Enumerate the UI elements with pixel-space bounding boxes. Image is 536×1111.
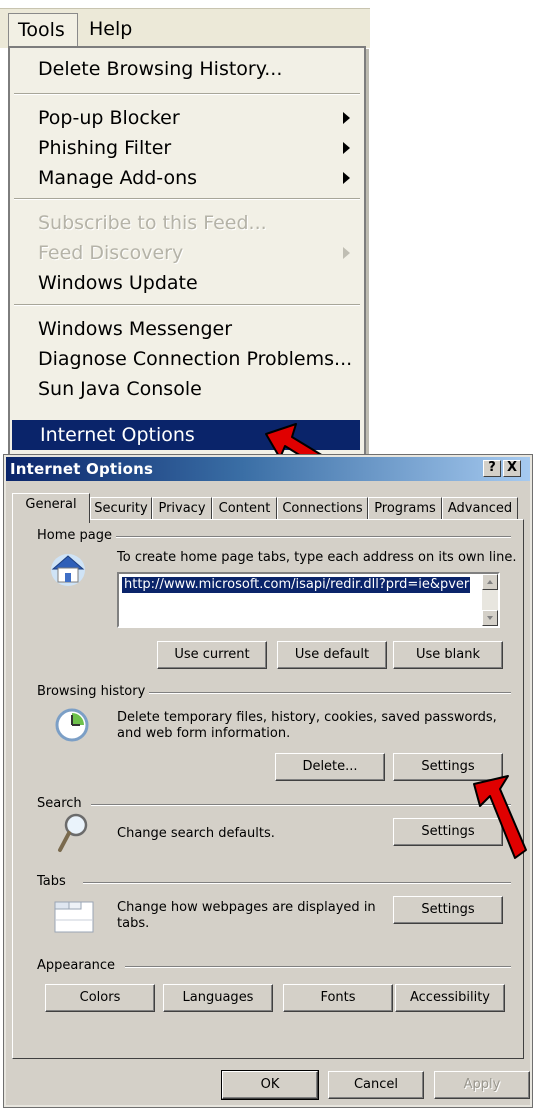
help-button[interactable]: ? <box>483 460 501 477</box>
home-page-url: http://www.microsoft.com/isapi/redir.dll… <box>122 577 470 593</box>
menu-item-windows-messenger[interactable]: Windows Messenger <box>10 314 364 344</box>
internet-options-dialog: Internet Options ? X General Security Pr… <box>3 454 533 1108</box>
tabs-description-line1: Change how webpages are displayed in <box>117 900 376 915</box>
tabs-description-line2: tabs. <box>117 916 150 931</box>
menu-item-feed-discovery: Feed Discovery <box>10 238 364 268</box>
apply-button: Apply <box>434 1071 530 1099</box>
tools-menu-region: Tools Help Delete Browsing History... Po… <box>0 0 370 460</box>
use-blank-button[interactable]: Use blank <box>393 641 503 669</box>
browsing-history-description-line1: Delete temporary files, history, cookies… <box>117 710 497 725</box>
search-group-label: Search <box>37 796 86 811</box>
tab-programs[interactable]: Programs <box>368 497 442 521</box>
menu-item-label: Manage Add-ons <box>38 167 198 189</box>
submenu-arrow-icon <box>343 142 350 154</box>
menu-item-delete-browsing-history[interactable]: Delete Browsing History... <box>10 54 364 84</box>
browsing-history-group-label: Browsing history <box>37 684 150 699</box>
menu-tools[interactable]: Tools <box>8 13 78 47</box>
tabs-settings-button[interactable]: Settings <box>393 896 503 924</box>
menu-bar: Tools Help <box>0 8 370 48</box>
close-icon: X <box>506 460 518 475</box>
tab-general[interactable]: General <box>12 493 90 523</box>
menu-separator <box>14 304 360 306</box>
clock-icon <box>55 708 89 742</box>
menu-separator <box>14 93 360 95</box>
home-page-scrollbar[interactable] <box>482 574 498 626</box>
delete-history-button[interactable]: Delete... <box>275 753 385 781</box>
tabs-window-icon <box>54 901 94 933</box>
menu-item-popup-blocker[interactable]: Pop-up Blocker <box>10 103 364 133</box>
general-tab-panel: Home page To create home page tabs, type… <box>12 519 524 1059</box>
menu-item-manage-addons[interactable]: Manage Add-ons <box>10 163 364 193</box>
menu-separator <box>14 198 360 200</box>
menu-item-windows-update[interactable]: Windows Update <box>10 268 364 298</box>
home-page-group-label: Home page <box>37 528 116 543</box>
tab-content[interactable]: Content <box>212 497 277 521</box>
appearance-group-label: Appearance <box>37 958 120 973</box>
dialog-titlebar[interactable]: Internet Options ? X <box>6 457 530 481</box>
accessibility-button[interactable]: Accessibility <box>395 984 505 1012</box>
tabs-group-label: Tabs <box>37 874 70 889</box>
search-description: Change search defaults. <box>117 826 275 841</box>
tab-advanced[interactable]: Advanced <box>442 497 518 521</box>
cancel-button[interactable]: Cancel <box>328 1071 424 1099</box>
menu-item-label: Phishing Filter <box>38 137 172 159</box>
use-default-button[interactable]: Use default <box>277 641 387 669</box>
magnifier-icon <box>58 813 88 852</box>
tab-connections[interactable]: Connections <box>277 497 368 521</box>
use-current-button[interactable]: Use current <box>157 641 267 669</box>
tools-dropdown: Delete Browsing History... Pop-up Blocke… <box>8 46 366 456</box>
menu-item-diagnose-connection[interactable]: Diagnose Connection Problems... <box>10 344 364 374</box>
languages-button[interactable]: Languages <box>163 984 273 1012</box>
submenu-arrow-icon <box>343 172 350 184</box>
submenu-arrow-icon <box>343 247 350 259</box>
menu-item-label: Pop-up Blocker <box>38 107 180 129</box>
menu-item-label: Feed Discovery <box>38 242 184 264</box>
scroll-up-icon[interactable] <box>482 574 498 590</box>
scroll-down-icon[interactable] <box>482 610 498 626</box>
help-icon: ? <box>488 460 496 475</box>
ok-button[interactable]: OK <box>221 1070 319 1100</box>
group-divider <box>83 882 511 884</box>
group-divider <box>125 966 511 968</box>
home-page-textarea[interactable]: http://www.microsoft.com/isapi/redir.dll… <box>117 572 500 628</box>
browsing-history-description-line2: and web form information. <box>117 726 291 741</box>
menu-item-subscribe-feed: Subscribe to this Feed... <box>38 212 267 234</box>
menu-help[interactable]: Help <box>80 13 142 47</box>
home-page-description: To create home page tabs, type each addr… <box>117 550 517 565</box>
menu-item-phishing-filter[interactable]: Phishing Filter <box>10 133 364 163</box>
dialog-title: Internet Options <box>10 460 154 478</box>
tab-security[interactable]: Security <box>90 497 152 521</box>
colors-button[interactable]: Colors <box>45 984 155 1012</box>
house-icon <box>51 554 85 586</box>
red-arrow-icon <box>473 775 527 859</box>
group-divider <box>141 692 511 694</box>
submenu-arrow-icon <box>343 112 350 124</box>
fonts-button[interactable]: Fonts <box>283 984 393 1012</box>
close-button[interactable]: X <box>503 460 521 477</box>
tab-strip: General Security Privacy Content Connect… <box>12 493 524 523</box>
group-divider <box>91 804 511 806</box>
menu-item-sun-java-console[interactable]: Sun Java Console <box>10 374 364 404</box>
group-divider <box>105 536 511 538</box>
tab-privacy[interactable]: Privacy <box>152 497 212 521</box>
